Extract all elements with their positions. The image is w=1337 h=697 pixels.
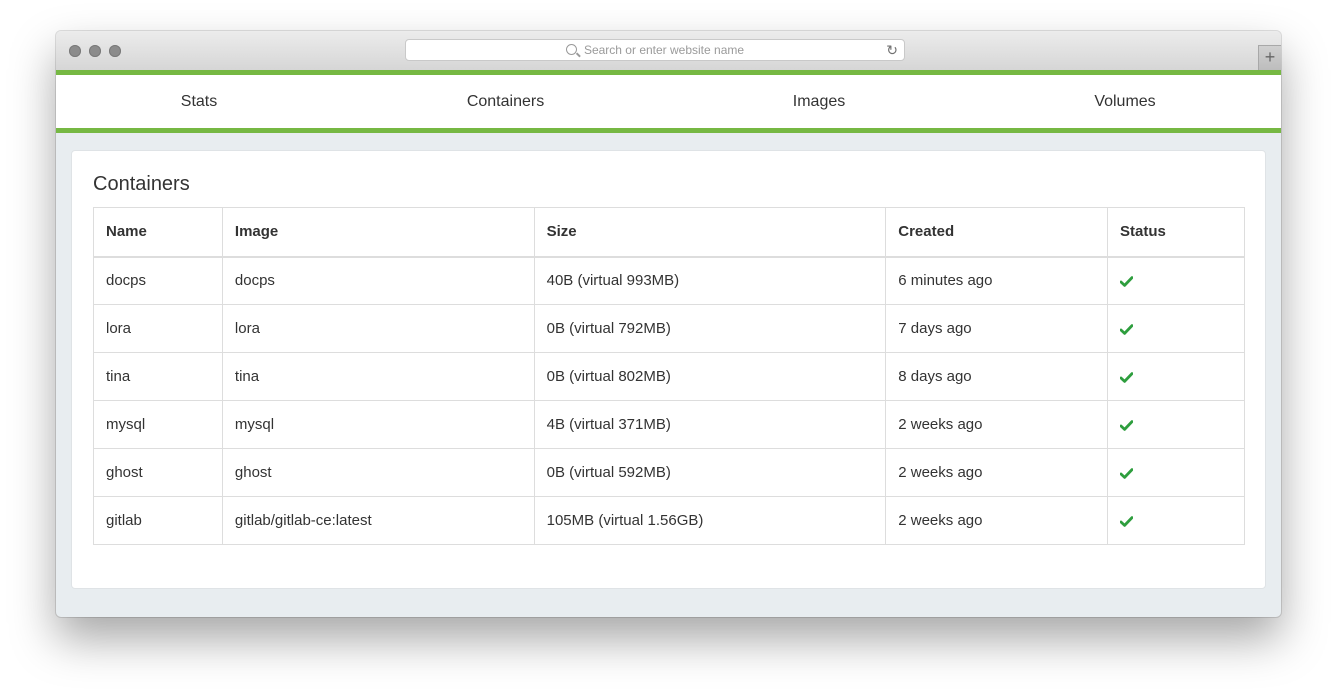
table-row[interactable]: docps docps 40B (virtual 993MB) 6 minute… <box>93 256 1245 305</box>
table-row[interactable]: gitlab gitlab/gitlab-ce:latest 105MB (vi… <box>93 496 1245 545</box>
cell-created: 7 days ago <box>885 304 1109 353</box>
cell-image: gitlab/gitlab-ce:latest <box>221 496 535 545</box>
top-nav: Stats Containers Images Volumes <box>56 70 1281 133</box>
check-icon <box>1120 419 1134 431</box>
table-row[interactable]: mysql mysql 4B (virtual 371MB) 2 weeks a… <box>93 400 1245 449</box>
nav-item-stats[interactable]: Stats <box>56 75 342 128</box>
table-row[interactable]: tina tina 0B (virtual 802MB) 8 days ago <box>93 352 1245 401</box>
cell-size: 105MB (virtual 1.56GB) <box>533 496 887 545</box>
zoom-window-button[interactable] <box>109 45 121 57</box>
page-title: Containers <box>93 173 190 195</box>
nav-item-label: Stats <box>180 92 218 110</box>
column-header-name: Name <box>93 207 223 258</box>
containers-table: Name Image Size Created Status docps doc… <box>93 207 1245 545</box>
cell-name: mysql <box>93 400 223 449</box>
check-icon <box>1120 467 1134 479</box>
cell-created: 2 weeks ago <box>885 400 1109 449</box>
nav-item-images[interactable]: Images <box>669 75 969 128</box>
table-row[interactable]: ghost ghost 0B (virtual 592MB) 2 weeks a… <box>93 448 1245 497</box>
address-bar[interactable]: Search or enter website name ↻ <box>405 39 905 61</box>
cell-name: tina <box>93 352 223 401</box>
nav-item-containers[interactable]: Containers <box>342 75 669 128</box>
cell-created: 2 weeks ago <box>885 448 1109 497</box>
title-bar: Search or enter website name ↻ + <box>56 31 1281 71</box>
cell-size: 0B (virtual 592MB) <box>533 448 887 497</box>
cell-created: 2 weeks ago <box>885 496 1109 545</box>
cell-status <box>1107 448 1245 497</box>
check-icon <box>1120 323 1134 335</box>
cell-status <box>1107 352 1245 401</box>
cell-name: docps <box>93 256 223 305</box>
cell-created: 6 minutes ago <box>885 256 1109 305</box>
address-bar-placeholder: Search or enter website name <box>583 43 745 57</box>
column-header-created: Created <box>885 207 1109 258</box>
cell-status <box>1107 400 1245 449</box>
nav-item-label: Volumes <box>1094 92 1156 110</box>
cell-image: lora <box>221 304 535 353</box>
cell-name: lora <box>93 304 223 353</box>
cell-image: tina <box>221 352 535 401</box>
reload-icon[interactable]: ↻ <box>886 42 898 58</box>
cell-size: 4B (virtual 371MB) <box>533 400 887 449</box>
cell-name: ghost <box>93 448 223 497</box>
column-header-size: Size <box>533 207 887 258</box>
minimize-window-button[interactable] <box>89 45 101 57</box>
nav-item-label: Images <box>792 92 846 110</box>
cell-image: ghost <box>221 448 535 497</box>
column-header-image: Image <box>221 207 535 258</box>
cell-status <box>1107 256 1245 305</box>
table-row[interactable]: lora lora 0B (virtual 792MB) 7 days ago <box>93 304 1245 353</box>
cell-image: mysql <box>221 400 535 449</box>
browser-window: Search or enter website name ↻ + Stats C… <box>56 31 1281 617</box>
column-header-status: Status <box>1107 207 1245 258</box>
cell-name: gitlab <box>93 496 223 545</box>
cell-created: 8 days ago <box>885 352 1109 401</box>
cell-status <box>1107 496 1245 545</box>
nav-item-label: Containers <box>466 92 545 110</box>
cell-status <box>1107 304 1245 353</box>
search-icon <box>565 43 577 55</box>
cell-size: 0B (virtual 792MB) <box>533 304 887 353</box>
cell-size: 0B (virtual 802MB) <box>533 352 887 401</box>
check-icon <box>1120 515 1134 527</box>
containers-panel: Containers Name Image Size Created Statu… <box>71 150 1266 589</box>
new-tab-button[interactable]: + <box>1258 45 1281 70</box>
close-window-button[interactable] <box>69 45 81 57</box>
check-icon <box>1120 275 1134 287</box>
table-header-row: Name Image Size Created Status <box>93 207 1245 258</box>
nav-item-volumes[interactable]: Volumes <box>969 75 1281 128</box>
cell-image: docps <box>221 256 535 305</box>
cell-size: 40B (virtual 993MB) <box>533 256 887 305</box>
check-icon <box>1120 371 1134 383</box>
